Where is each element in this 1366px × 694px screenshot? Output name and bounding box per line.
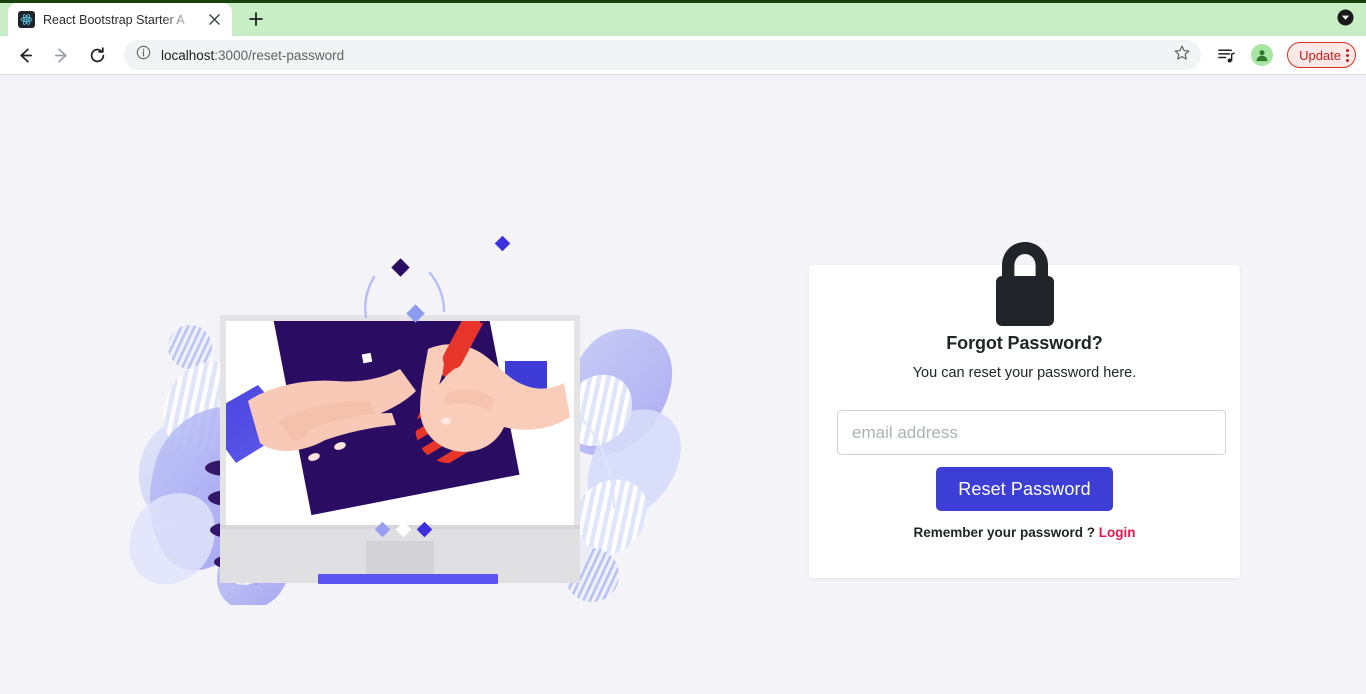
card-subtitle: You can reset your password here. (912, 365, 1137, 381)
tab-strip: React Bootstrap Starter A (0, 0, 1366, 36)
caret-down-circle-icon[interactable] (1337, 9, 1354, 31)
url-path: :3000/reset-password (214, 47, 345, 63)
close-icon[interactable] (204, 10, 224, 30)
avatar (1251, 44, 1274, 66)
tabstrip-controls (1337, 9, 1354, 31)
login-link[interactable]: Login (1099, 525, 1136, 540)
reset-password-card: Forgot Password? You can reset your pass… (809, 242, 1240, 578)
email-field[interactable] (837, 410, 1226, 455)
browser-window: React Bootstrap Starter A localhost:3000… (0, 0, 1366, 694)
url-host: localhost (161, 47, 215, 63)
profile-avatar-icon[interactable] (1245, 38, 1279, 72)
remember-password-row: Remember your password ? Login (837, 525, 1212, 540)
padlock-icon (809, 238, 1240, 330)
update-button-label: Update (1299, 47, 1341, 63)
reading-list-icon[interactable] (1209, 38, 1243, 72)
address-bar-url: localhost:3000/reset-password (161, 48, 1163, 63)
reload-icon[interactable] (80, 38, 114, 72)
react-logo-icon (18, 11, 35, 28)
address-bar[interactable]: localhost:3000/reset-password (124, 40, 1202, 70)
browser-toolbar: localhost:3000/reset-password Update (0, 36, 1366, 75)
bookmark-star-icon[interactable] (1173, 44, 1191, 67)
browser-tab[interactable]: React Bootstrap Starter A (8, 3, 232, 36)
new-tab-button[interactable] (242, 5, 270, 33)
remember-password-label: Remember your password ? (913, 525, 1096, 540)
tab-title: React Bootstrap Starter A (43, 12, 185, 27)
site-info-icon[interactable] (136, 45, 151, 65)
update-button[interactable]: Update (1287, 42, 1356, 68)
reset-password-button[interactable]: Reset Password (936, 467, 1113, 511)
page-viewport: Forgot Password? You can reset your pass… (0, 75, 1366, 694)
page-title: Forgot Password? (946, 333, 1103, 353)
person-drawing-on-monitor-illustration (128, 225, 688, 610)
forward-arrow-icon[interactable] (44, 38, 78, 72)
kebab-menu-icon[interactable] (1346, 48, 1349, 62)
back-arrow-icon[interactable] (8, 38, 42, 72)
